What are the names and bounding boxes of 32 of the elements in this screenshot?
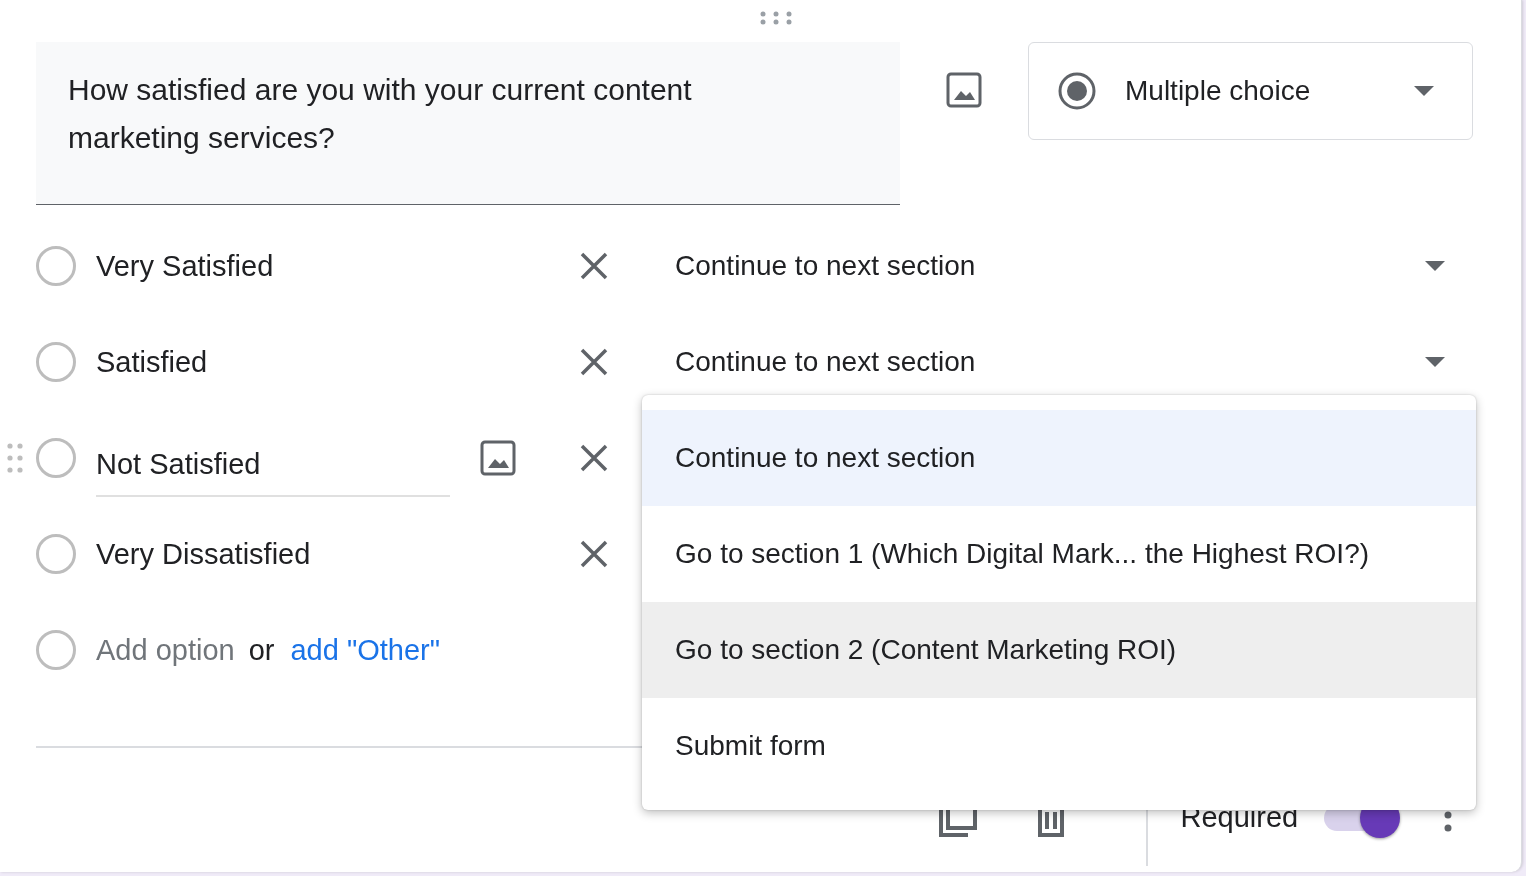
radio-circle <box>36 534 76 574</box>
question-field[interactable]: How satisfied are you with your current content marketing services? <box>36 42 900 205</box>
drag-handle-icon[interactable] <box>7 443 23 473</box>
image-icon[interactable] <box>946 72 982 108</box>
radio-button-icon <box>1057 71 1097 111</box>
add-option-field[interactable]: Add option <box>96 633 235 667</box>
image-icon[interactable] <box>480 440 516 476</box>
option-field[interactable]: Not Satisfied <box>96 433 450 497</box>
radio-circle <box>36 630 76 670</box>
or-text: or <box>248 633 275 667</box>
close-icon[interactable] <box>580 348 608 376</box>
section-dropdown[interactable]: Continue to next section <box>675 250 1445 282</box>
radio-circle <box>36 246 76 286</box>
close-icon[interactable] <box>580 252 608 280</box>
close-icon[interactable] <box>580 540 608 568</box>
caret-icon <box>1414 86 1434 96</box>
option-field[interactable]: Very Dissatisfied <box>96 529 311 579</box>
radio-circle <box>36 342 76 382</box>
close-icon[interactable] <box>580 444 608 472</box>
option-field[interactable]: Very Satisfied <box>96 241 274 291</box>
menu-item[interactable]: Continue to next section <box>642 410 1476 506</box>
menu-item[interactable]: Go to section 1 (Which Digital Mark... the Highest ROI?) <box>642 506 1476 602</box>
question-type-dropdown[interactable]: Multiple choice <box>1028 42 1473 140</box>
caret-icon <box>1425 357 1445 367</box>
option-field[interactable]: Satisfied <box>96 337 208 387</box>
drag-handle-icon[interactable] <box>759 11 792 25</box>
caret-icon <box>1425 261 1445 271</box>
add-other-link[interactable]: add "Other" <box>290 633 441 667</box>
section-dropdown[interactable]: Continue to next section <box>675 346 1445 378</box>
menu-item[interactable]: Go to section 2 (Content Marketing ROI) <box>642 602 1476 698</box>
radio-circle <box>36 438 76 478</box>
menu-item[interactable]: Submit form <box>642 698 1476 794</box>
